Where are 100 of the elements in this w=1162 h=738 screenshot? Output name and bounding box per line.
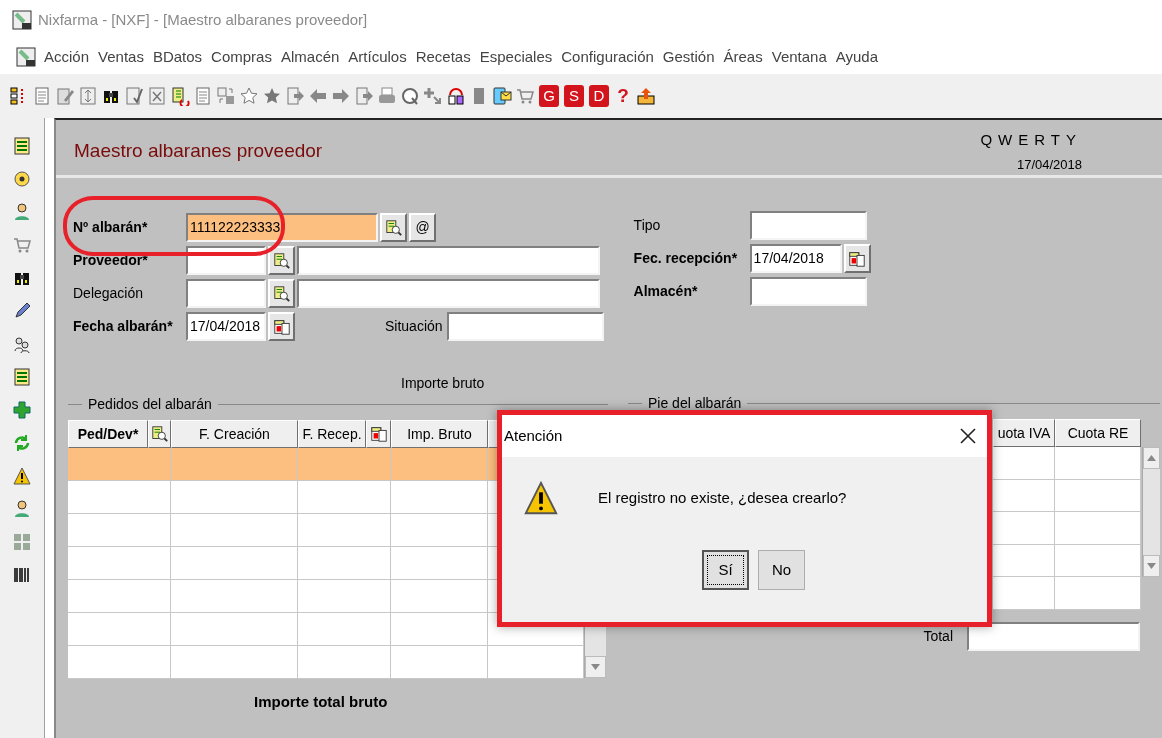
at-button[interactable]: @ [409, 213, 436, 242]
menu-item[interactable]: Especiales [479, 45, 560, 69]
undo-document-icon[interactable] [170, 86, 190, 106]
list-icon[interactable] [12, 367, 32, 387]
star-icon[interactable] [239, 86, 259, 106]
search-button[interactable] [268, 246, 295, 275]
menu-item[interactable]: Artículos [348, 45, 414, 69]
column-header[interactable]: Ped/Dev* [68, 420, 148, 448]
column-header[interactable]: Imp. Bruto [391, 420, 488, 448]
table-cell [993, 479, 1055, 513]
star-icon[interactable] [262, 86, 282, 106]
field-label: Proveedor* [73, 251, 149, 270]
help-button[interactable]: ? [613, 81, 633, 111]
menu-item[interactable]: Acción [44, 45, 97, 69]
grid-icon[interactable] [12, 532, 32, 552]
input-field[interactable]: 111122223333 [186, 213, 378, 242]
column-header[interactable]: F. Recep. [298, 420, 366, 448]
input-field[interactable]: 17/04/2018 [186, 312, 266, 341]
calendar-button[interactable] [843, 244, 871, 273]
column-header[interactable]: uota IVA [993, 419, 1055, 447]
calendar-icon [272, 317, 291, 336]
check-document-icon[interactable] [124, 86, 144, 106]
scroll-down-button[interactable] [585, 656, 606, 678]
column-header[interactable]: F. Creación [171, 420, 298, 448]
toolbar-button[interactable]: G [539, 85, 559, 107]
menu-item[interactable]: Gestión [662, 45, 722, 69]
menu-item[interactable]: Áreas [723, 45, 770, 69]
date-text: 17/04/2018 [1015, 155, 1082, 174]
column-caption: Importe bruto [401, 374, 485, 393]
warning-icon[interactable] [12, 466, 32, 486]
scroll-up-button[interactable] [1143, 447, 1160, 469]
field-label: Fec. recepción* [633, 249, 739, 268]
calendar-icon [369, 425, 388, 443]
input-field[interactable] [967, 621, 1140, 651]
dialog-button[interactable]: Sí [702, 550, 749, 590]
swap-icon[interactable] [216, 86, 236, 106]
person-icon[interactable] [12, 202, 32, 222]
app-logo-icon [12, 10, 32, 30]
window-title: Nixfarma - [NXF] - [Maestro albaranes proveedor] [38, 9, 368, 30]
field-label: Fecha albarán* [73, 317, 174, 336]
cart-icon[interactable] [515, 86, 535, 106]
edit-document-icon[interactable] [55, 86, 75, 106]
down-arrow-icon [1147, 563, 1156, 569]
search-button[interactable] [268, 279, 295, 308]
app-logo-icon[interactable] [16, 47, 36, 67]
tablet-envelope-icon[interactable] [492, 86, 512, 106]
redo-icon[interactable] [446, 86, 466, 106]
menu-item[interactable]: Ventana [771, 45, 834, 69]
form-title: Maestro albaranes proveedor [74, 139, 323, 163]
input-field[interactable] [186, 279, 266, 308]
document-magnifier-icon [272, 251, 291, 270]
menu-item[interactable]: BDatos [152, 45, 210, 69]
document-magnifier-icon [150, 425, 169, 443]
barcode-icon[interactable] [12, 565, 32, 585]
input-field[interactable] [749, 211, 867, 240]
menu-item[interactable]: Ayuda [835, 45, 886, 69]
toolbar-button[interactable]: S [564, 85, 584, 107]
dialog-button[interactable]: No [758, 550, 805, 590]
calendar-button[interactable] [366, 420, 391, 448]
menu-item[interactable]: Almacén [280, 45, 347, 69]
printer-icon[interactable] [377, 86, 397, 106]
scrollbar[interactable] [1142, 447, 1160, 577]
field-label: Almacén* [633, 282, 699, 301]
table-cell [993, 577, 1055, 610]
pencil-icon[interactable] [12, 301, 32, 321]
document-arrow-icon[interactable] [354, 86, 374, 106]
up-arrow-icon [1147, 455, 1156, 461]
right-arrow-icon[interactable] [331, 86, 351, 106]
input-field[interactable] [297, 279, 600, 308]
calendar-button[interactable] [268, 312, 295, 341]
input-field[interactable]: 17/04/2018 [749, 244, 842, 273]
person-icon[interactable] [12, 499, 32, 519]
close-icon[interactable] [959, 427, 977, 445]
search-button[interactable] [148, 420, 171, 448]
input-field[interactable] [297, 246, 600, 275]
input-field[interactable] [749, 277, 867, 306]
dialog-title: Atención [504, 425, 563, 446]
menu-item[interactable]: Compras [211, 45, 279, 69]
search-button[interactable] [380, 213, 407, 242]
menu-item[interactable]: Configuración [561, 45, 661, 69]
delete-document-icon[interactable] [147, 86, 167, 106]
document-arrow-icon[interactable] [285, 86, 305, 106]
search-icon[interactable] [400, 86, 420, 106]
cart-icon[interactable] [12, 235, 32, 255]
input-field[interactable] [446, 312, 604, 341]
menu-item[interactable]: Ventas [98, 45, 151, 69]
group-title: Pie del albarán [648, 393, 742, 413]
calendar-icon [848, 249, 867, 268]
people-icon[interactable] [12, 334, 32, 354]
refresh-icon[interactable] [12, 433, 32, 453]
toolbar-button[interactable]: D [589, 85, 609, 107]
field-label: Delegación [73, 284, 145, 303]
column-header[interactable]: Cuota RE [1055, 419, 1141, 447]
user-name: QWERTY [980, 130, 1082, 150]
down-arrow-icon [591, 664, 600, 670]
menu-item[interactable]: Recetas [415, 45, 478, 69]
upload-box-icon[interactable] [636, 86, 656, 106]
scroll-down-button[interactable] [1143, 555, 1160, 577]
plus-icon[interactable] [12, 400, 32, 420]
total-label: Importe total bruto [254, 692, 389, 712]
